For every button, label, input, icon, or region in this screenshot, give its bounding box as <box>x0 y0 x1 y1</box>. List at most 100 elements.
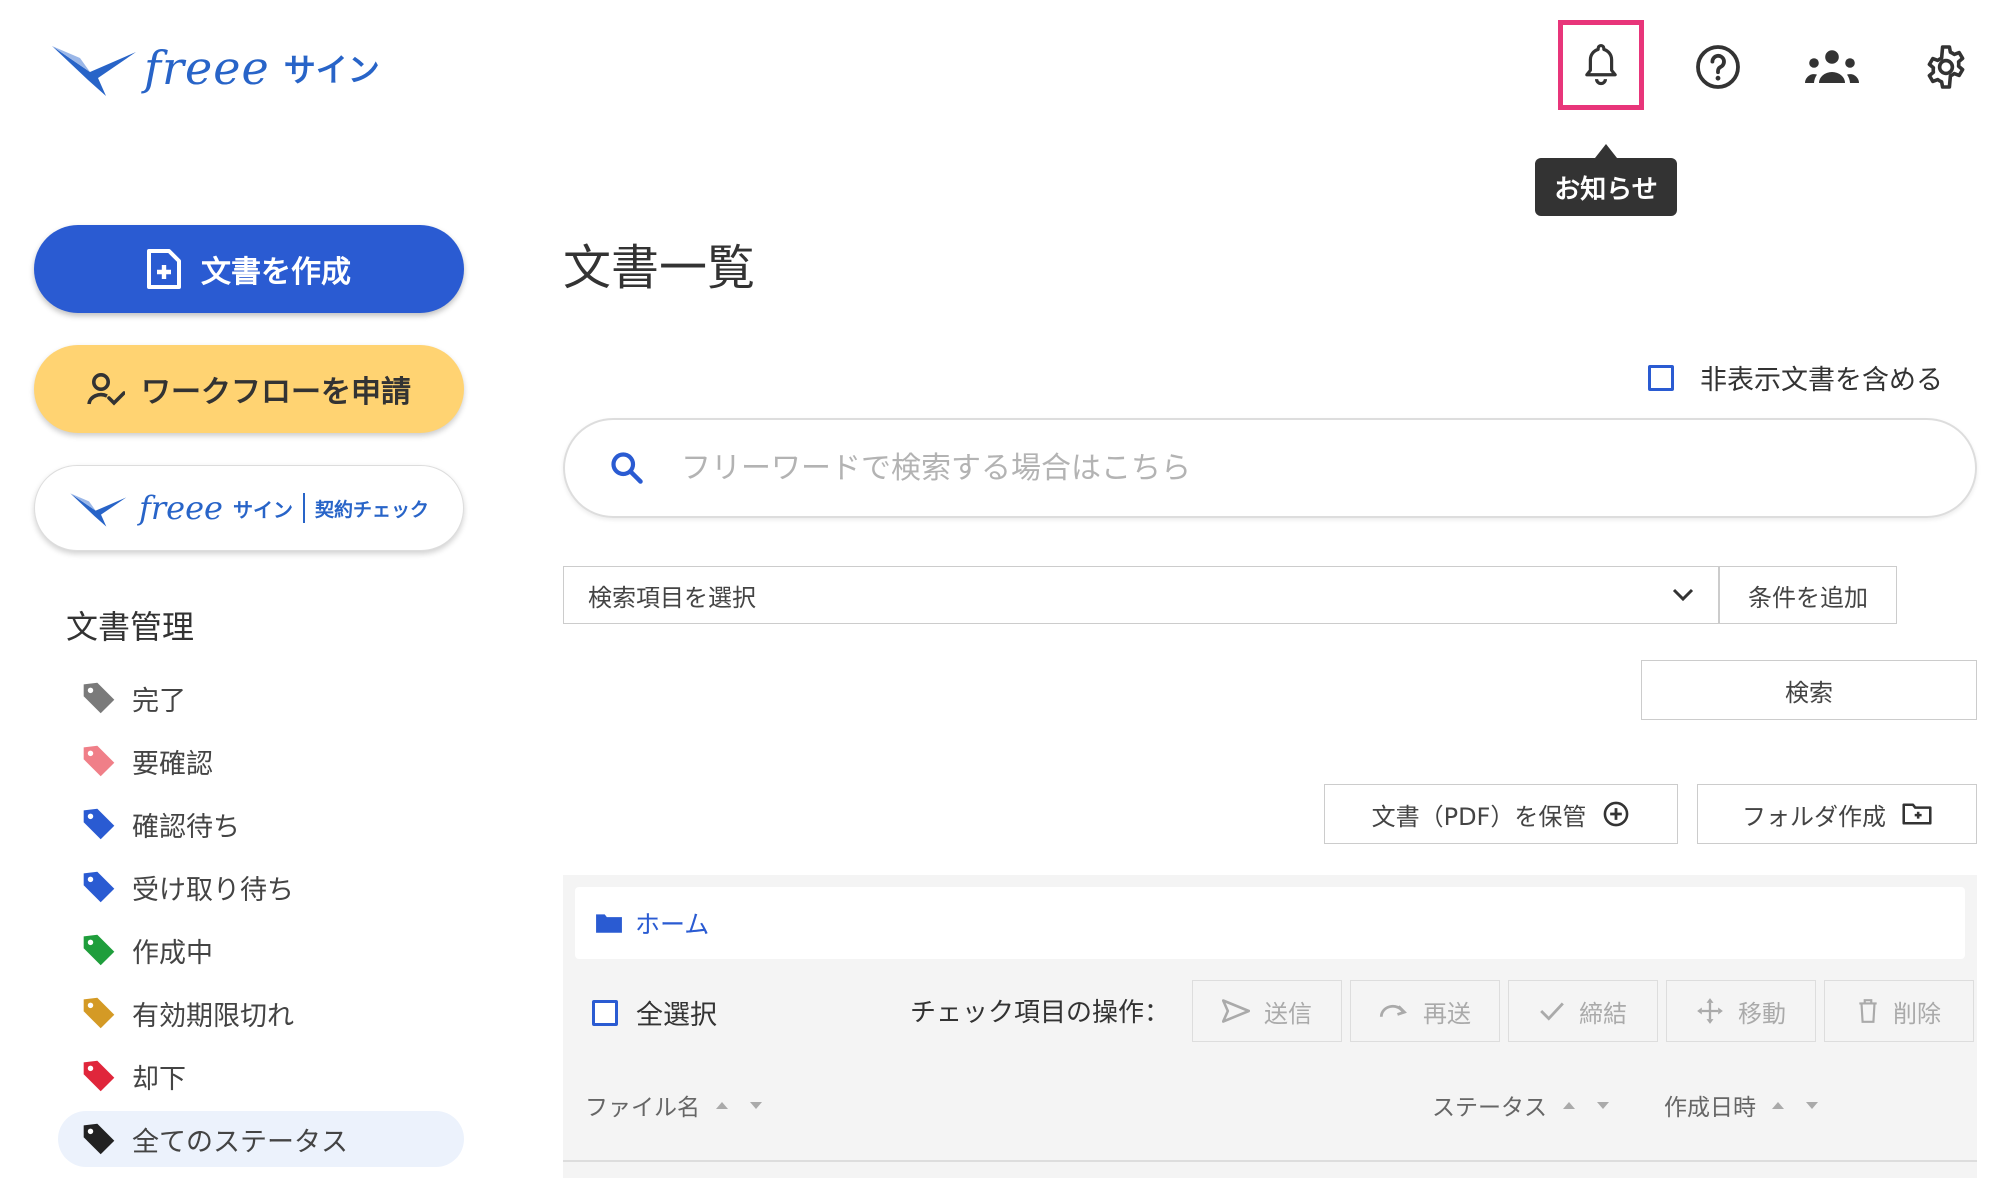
status-item-complete[interactable]: 完了 <box>58 670 464 726</box>
checked-items-operations-label: チェック項目の操作： <box>910 998 1171 1028</box>
column-label: 作成日時 <box>1664 1095 1756 1121</box>
status-item-needs-review[interactable]: 要確認 <box>58 733 464 789</box>
sort-ascending-icon[interactable] <box>716 1101 728 1109</box>
status-item-awaiting-receipt[interactable]: 受け取り待ち <box>58 859 464 915</box>
delete-label: 削除 <box>1893 999 1941 1028</box>
sort-descending-icon[interactable] <box>750 1101 762 1109</box>
resend-label: 再送 <box>1423 999 1471 1028</box>
column-header-filename[interactable]: ファイル名 <box>585 1088 762 1122</box>
status-item-in-progress[interactable]: 作成中 <box>58 922 464 978</box>
help-icon <box>1696 45 1740 89</box>
column-header-status[interactable]: ステータス <box>1432 1088 1609 1122</box>
redo-icon <box>1379 1004 1407 1017</box>
apply-workflow-button[interactable]: ワークフローを申請 <box>34 345 464 433</box>
search-icon <box>611 452 643 484</box>
sort-descending-icon[interactable] <box>1597 1101 1609 1109</box>
status-label: 受け取り待ち <box>132 874 294 906</box>
notification-button[interactable] <box>1571 35 1631 95</box>
logo-divider <box>302 493 305 523</box>
swallow-logo-icon <box>70 493 127 527</box>
sort-ascending-icon[interactable] <box>1563 1101 1575 1109</box>
save-pdf-label: 文書（PDF）を保管 <box>1371 802 1587 831</box>
conclude-button[interactable]: 締結 <box>1508 980 1658 1042</box>
status-label: 却下 <box>132 1063 186 1095</box>
tag-icon <box>83 1123 115 1155</box>
sort-descending-icon[interactable] <box>1806 1101 1818 1109</box>
apply-workflow-label: ワークフローを申請 <box>141 375 411 410</box>
create-folder-button[interactable]: フォルダ作成 <box>1697 784 1977 844</box>
status-label: 確認待ち <box>132 811 240 843</box>
breadcrumb: ホーム <box>575 887 1965 959</box>
status-list: 完了 要確認 確認待ち 受け取り待ち 作成中 有効期限切れ 却下 全てのステータ… <box>58 670 464 1174</box>
logo-suffix: サイン <box>283 51 380 89</box>
sort-ascending-icon[interactable] <box>1772 1101 1784 1109</box>
settings-button[interactable] <box>1916 37 1976 97</box>
search-box[interactable] <box>563 418 1977 518</box>
gear-icon <box>1927 45 1965 89</box>
contract-check-wordmark: freee <box>139 489 223 527</box>
move-label: 移動 <box>1738 999 1786 1028</box>
create-folder-label: フォルダ作成 <box>1742 802 1886 831</box>
column-label: ファイル名 <box>585 1095 700 1121</box>
move-button[interactable]: 移動 <box>1666 980 1816 1042</box>
check-icon <box>1540 1002 1564 1021</box>
contract-check-label: 契約チェック <box>314 498 429 521</box>
select-placeholder: 検索項目を選択 <box>588 583 756 612</box>
add-circle-icon <box>1604 801 1629 827</box>
status-label: 要確認 <box>132 748 213 780</box>
include-hidden-toggle[interactable]: 非表示文書を含める <box>1648 358 1943 397</box>
select-all[interactable]: 全選択 <box>592 993 717 1032</box>
create-document-button[interactable]: 文書を作成 <box>34 225 464 313</box>
status-item-all[interactable]: 全てのステータス <box>58 1111 464 1167</box>
status-item-rejected[interactable]: 却下 <box>58 1048 464 1104</box>
send-button[interactable]: 送信 <box>1192 980 1342 1042</box>
logo-wordmark: freee <box>144 41 270 95</box>
help-button[interactable] <box>1688 37 1748 97</box>
tag-icon <box>83 1060 115 1092</box>
tag-icon <box>83 808 115 840</box>
tag-icon <box>83 745 115 777</box>
folder-icon <box>596 914 622 933</box>
search-button[interactable]: 検索 <box>1641 660 1977 720</box>
team-button[interactable] <box>1802 37 1862 97</box>
add-document-icon <box>147 249 181 289</box>
freee-sign-logo[interactable]: freee サイン <box>50 28 380 108</box>
table-divider <box>563 1160 1977 1162</box>
breadcrumb-home[interactable]: ホーム <box>635 905 709 941</box>
select-all-label: 全選択 <box>636 1000 717 1031</box>
status-label: 全てのステータス <box>132 1126 348 1158</box>
include-hidden-label: 非表示文書を含める <box>1700 365 1943 396</box>
status-item-expired[interactable]: 有効期限切れ <box>58 985 464 1041</box>
delete-button[interactable]: 削除 <box>1824 980 1974 1042</box>
include-hidden-checkbox[interactable] <box>1648 364 1674 391</box>
status-label: 完了 <box>132 685 186 717</box>
notification-tooltip: お知らせ <box>1535 144 1677 216</box>
send-icon <box>1222 999 1250 1023</box>
column-header-created[interactable]: 作成日時 <box>1664 1088 1818 1122</box>
tag-icon <box>83 997 115 1029</box>
team-icon <box>1805 50 1859 83</box>
swallow-logo-icon <box>52 46 136 96</box>
add-condition-button[interactable]: 条件を追加 <box>1719 566 1897 624</box>
trash-icon <box>1859 999 1877 1023</box>
resend-button[interactable]: 再送 <box>1350 980 1500 1042</box>
contract-check-button[interactable]: freee サイン 契約チェック <box>34 465 464 551</box>
send-label: 送信 <box>1264 999 1312 1028</box>
sort-controls[interactable] <box>1563 1101 1609 1109</box>
search-input[interactable] <box>679 449 1883 487</box>
search-field-select[interactable]: 検索項目を選択 <box>563 566 1719 624</box>
status-label: 作成中 <box>132 937 213 969</box>
contract-check-suffix: サイン <box>232 497 293 522</box>
tag-icon <box>83 934 115 966</box>
sort-controls[interactable] <box>1772 1101 1818 1109</box>
tag-icon <box>83 682 115 714</box>
conclude-label: 締結 <box>1579 999 1627 1028</box>
save-pdf-button[interactable]: 文書（PDF）を保管 <box>1324 784 1678 844</box>
bell-icon <box>1585 43 1617 86</box>
chevron-down-icon <box>1672 588 1694 602</box>
sort-controls[interactable] <box>716 1101 762 1109</box>
create-document-label: 文書を作成 <box>201 255 351 290</box>
document-management-title: 文書管理 <box>66 608 195 646</box>
status-item-awaiting-confirmation[interactable]: 確認待ち <box>58 796 464 852</box>
select-all-checkbox[interactable] <box>592 999 618 1026</box>
